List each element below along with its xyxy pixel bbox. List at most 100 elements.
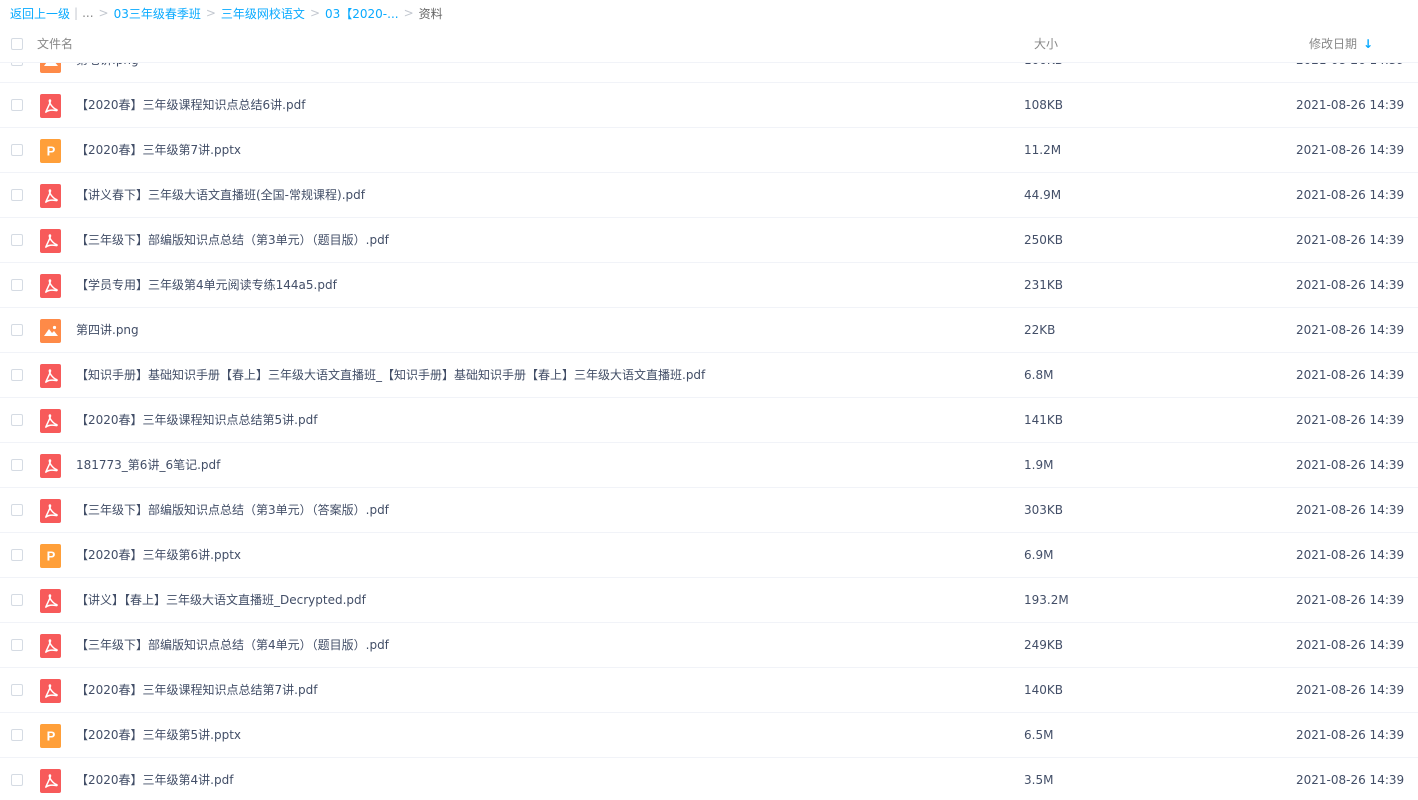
list-header: 文件名 大小 修改日期 ↓ <box>0 26 1418 63</box>
pdf-file-icon <box>40 454 61 478</box>
file-checkbox[interactable] <box>11 729 23 741</box>
column-header-size[interactable]: 大小 <box>1034 26 1058 62</box>
file-date: 2021-08-26 14:39 <box>1296 728 1405 742</box>
file-row[interactable]: 【2020春】三年级课程知识点总结第5讲.pdf 141KB 2021-08-26 … <box>0 398 1418 443</box>
file-row[interactable]: 【2020春】三年级课程知识点总结第7讲.pdf 140KB 2021-08-26 … <box>0 668 1418 713</box>
breadcrumb-divider: | <box>74 6 79 20</box>
file-name[interactable]: 【三年级下】部编版知识点总结（第3单元）（题目版）.pdf <box>76 218 389 263</box>
file-row[interactable]: 【讲义】【春上】三年级大语文直播班_Decrypted.pdf 193.2M 202… <box>0 578 1418 623</box>
file-row[interactable]: P 【2020春】三年级第5讲.pptx 6.5M 2021-08-26 14:39 <box>0 713 1418 758</box>
file-checkbox[interactable] <box>11 234 23 246</box>
column-header-name[interactable]: 文件名 <box>37 26 73 62</box>
file-name[interactable]: 【讲义春下】三年级大语文直播班(全国-常规课程).pdf <box>76 173 365 218</box>
pdf-file-icon <box>40 274 61 298</box>
file-checkbox[interactable] <box>11 459 23 471</box>
file-name[interactable]: 【讲义】【春上】三年级大语文直播班_Decrypted.pdf <box>76 578 366 623</box>
file-date: 2021-08-26 14:39 <box>1296 503 1405 517</box>
file-name[interactable]: 【三年级下】部编版知识点总结（第4单元）（题目版）.pdf <box>76 623 389 668</box>
file-name[interactable]: 181773_第6讲_6笔记.pdf <box>76 443 220 488</box>
file-checkbox[interactable] <box>11 99 23 111</box>
file-checkbox[interactable] <box>11 369 23 381</box>
file-checkbox[interactable] <box>11 594 23 606</box>
file-name[interactable]: 【2020春】三年级课程知识点总结第7讲.pdf <box>76 668 317 713</box>
pdf-file-icon <box>40 679 61 703</box>
file-size: 250KB <box>1024 233 1064 247</box>
breadcrumb-current: 资料 <box>418 6 443 21</box>
file-date: 2021-08-26 14:39 <box>1296 143 1405 157</box>
file-name[interactable]: 【2020春】三年级课程知识点总结第5讲.pdf <box>76 398 317 443</box>
breadcrumb-ellipsis[interactable]: ... <box>82 6 93 20</box>
file-name[interactable]: 【2020春】三年级第6讲.pptx <box>76 533 241 578</box>
file-size: 249KB <box>1024 638 1064 652</box>
breadcrumb: 返回上一级 | ... > 03三年级春季班 > 三年级网校语文 > 03【20… <box>10 0 443 26</box>
file-checkbox[interactable] <box>11 324 23 336</box>
file-browser: 返回上一级 | ... > 03三年级春季班 > 三年级网校语文 > 03【20… <box>0 0 1418 800</box>
back-link[interactable]: 返回上一级 <box>10 5 70 22</box>
file-row[interactable]: 【讲义春下】三年级大语文直播班(全国-常规课程).pdf 44.9M 2021-08… <box>0 173 1418 218</box>
file-date: 2021-08-26 14:39 <box>1296 368 1405 382</box>
file-row[interactable]: 【学员专用】三年级第4单元阅读专练144a5.pdf 231KB 2021-08-2… <box>0 263 1418 308</box>
file-row[interactable]: P 【2020春】三年级第7讲.pptx 11.2M 2021-08-26 14:39 <box>0 128 1418 173</box>
file-name[interactable]: 【学员专用】三年级第4单元阅读专练144a5.pdf <box>76 263 337 308</box>
file-row[interactable]: 第四讲.png 22KB 2021-08-26 14:39 <box>0 308 1418 353</box>
column-header-date[interactable]: 修改日期 ↓ <box>1309 26 1373 62</box>
file-checkbox[interactable] <box>11 504 23 516</box>
file-checkbox[interactable] <box>11 774 23 786</box>
file-row[interactable]: 181773_第6讲_6笔记.pdf 1.9M 2021-08-26 14:39 <box>0 443 1418 488</box>
file-size: 140KB <box>1024 683 1064 697</box>
file-checkbox[interactable] <box>11 549 23 561</box>
svg-text:P: P <box>46 729 55 744</box>
column-header-date-label: 修改日期 <box>1309 37 1358 51</box>
file-name[interactable]: 第四讲.png <box>76 308 139 353</box>
file-date: 2021-08-26 14:39 <box>1296 323 1405 337</box>
file-row[interactable]: 【2020春】三年级课程知识点总结6讲.pdf 108KB 2021-08-26 1… <box>0 83 1418 128</box>
file-size: 11.2M <box>1024 143 1062 157</box>
select-all-checkbox[interactable] <box>11 38 23 50</box>
pdf-file-icon <box>40 364 61 388</box>
breadcrumb-item-spring-class[interactable]: 03三年级春季班 <box>114 5 201 22</box>
file-name[interactable]: 【2020春】三年级第7讲.pptx <box>76 128 241 173</box>
file-name[interactable]: 【知识手册】基础知识手册【春上】三年级大语文直播班_【知识手册】基础知识手册【春… <box>76 353 705 398</box>
breadcrumb-item-2020[interactable]: 03【2020-... <box>325 5 399 22</box>
image-file-icon <box>40 319 61 343</box>
file-checkbox[interactable] <box>11 684 23 696</box>
file-checkbox[interactable] <box>11 639 23 651</box>
file-size: 231KB <box>1024 278 1064 292</box>
file-checkbox[interactable] <box>11 279 23 291</box>
file-size: 22KB <box>1024 323 1056 337</box>
file-name[interactable]: 【2020春】三年级课程知识点总结6讲.pdf <box>76 83 305 128</box>
file-date: 2021-08-26 14:39 <box>1296 233 1405 247</box>
pptx-file-icon: P <box>40 139 61 163</box>
file-checkbox[interactable] <box>11 414 23 426</box>
file-date: 2021-08-26 14:39 <box>1296 458 1405 472</box>
file-date: 2021-08-26 14:39 <box>1296 548 1405 562</box>
file-checkbox[interactable] <box>11 144 23 156</box>
file-name[interactable]: 【三年级下】部编版知识点总结（第3单元）（答案版）.pdf <box>76 488 389 533</box>
breadcrumb-separator: > <box>309 6 320 20</box>
pdf-file-icon <box>40 769 61 793</box>
file-row[interactable]: 【2020春】三年级第4讲.pdf 3.5M 2021-08-26 14:39 <box>0 758 1418 800</box>
pdf-file-icon <box>40 409 61 433</box>
file-row[interactable]: 【三年级下】部编版知识点总结（第3单元）（题目版）.pdf 250KB 2021-0… <box>0 218 1418 263</box>
breadcrumb-separator: > <box>98 6 109 20</box>
file-row[interactable]: 【三年级下】部编版知识点总结（第4单元）（题目版）.pdf 249KB 2021-0… <box>0 623 1418 668</box>
breadcrumb-item-chinese[interactable]: 三年级网校语文 <box>221 5 305 22</box>
svg-text:P: P <box>46 549 55 564</box>
svg-text:P: P <box>46 144 55 159</box>
file-checkbox[interactable] <box>11 189 23 201</box>
file-size: 141KB <box>1024 413 1064 427</box>
file-size: 193.2M <box>1024 593 1069 607</box>
file-size: 303KB <box>1024 503 1064 517</box>
pdf-file-icon <box>40 634 61 658</box>
file-name[interactable]: 【2020春】三年级第4讲.pdf <box>76 758 233 800</box>
file-size: 6.8M <box>1024 368 1054 382</box>
pdf-file-icon <box>40 94 61 118</box>
file-row[interactable]: 【知识手册】基础知识手册【春上】三年级大语文直播班_【知识手册】基础知识手册【春… <box>0 353 1418 398</box>
file-row[interactable]: 【三年级下】部编版知识点总结（第3单元）（答案版）.pdf 303KB 2021-0… <box>0 488 1418 533</box>
sort-down-icon[interactable]: ↓ <box>1363 37 1373 51</box>
file-list: 第七讲.png100KB2021-08-26 14:39【2020春】三年级课程… <box>0 38 1418 800</box>
file-row[interactable]: P 【2020春】三年级第6讲.pptx 6.9M 2021-08-26 14:39 <box>0 533 1418 578</box>
file-date: 2021-08-26 14:39 <box>1296 98 1405 112</box>
file-name[interactable]: 【2020春】三年级第5讲.pptx <box>76 713 241 758</box>
file-date: 2021-08-26 14:39 <box>1296 413 1405 427</box>
